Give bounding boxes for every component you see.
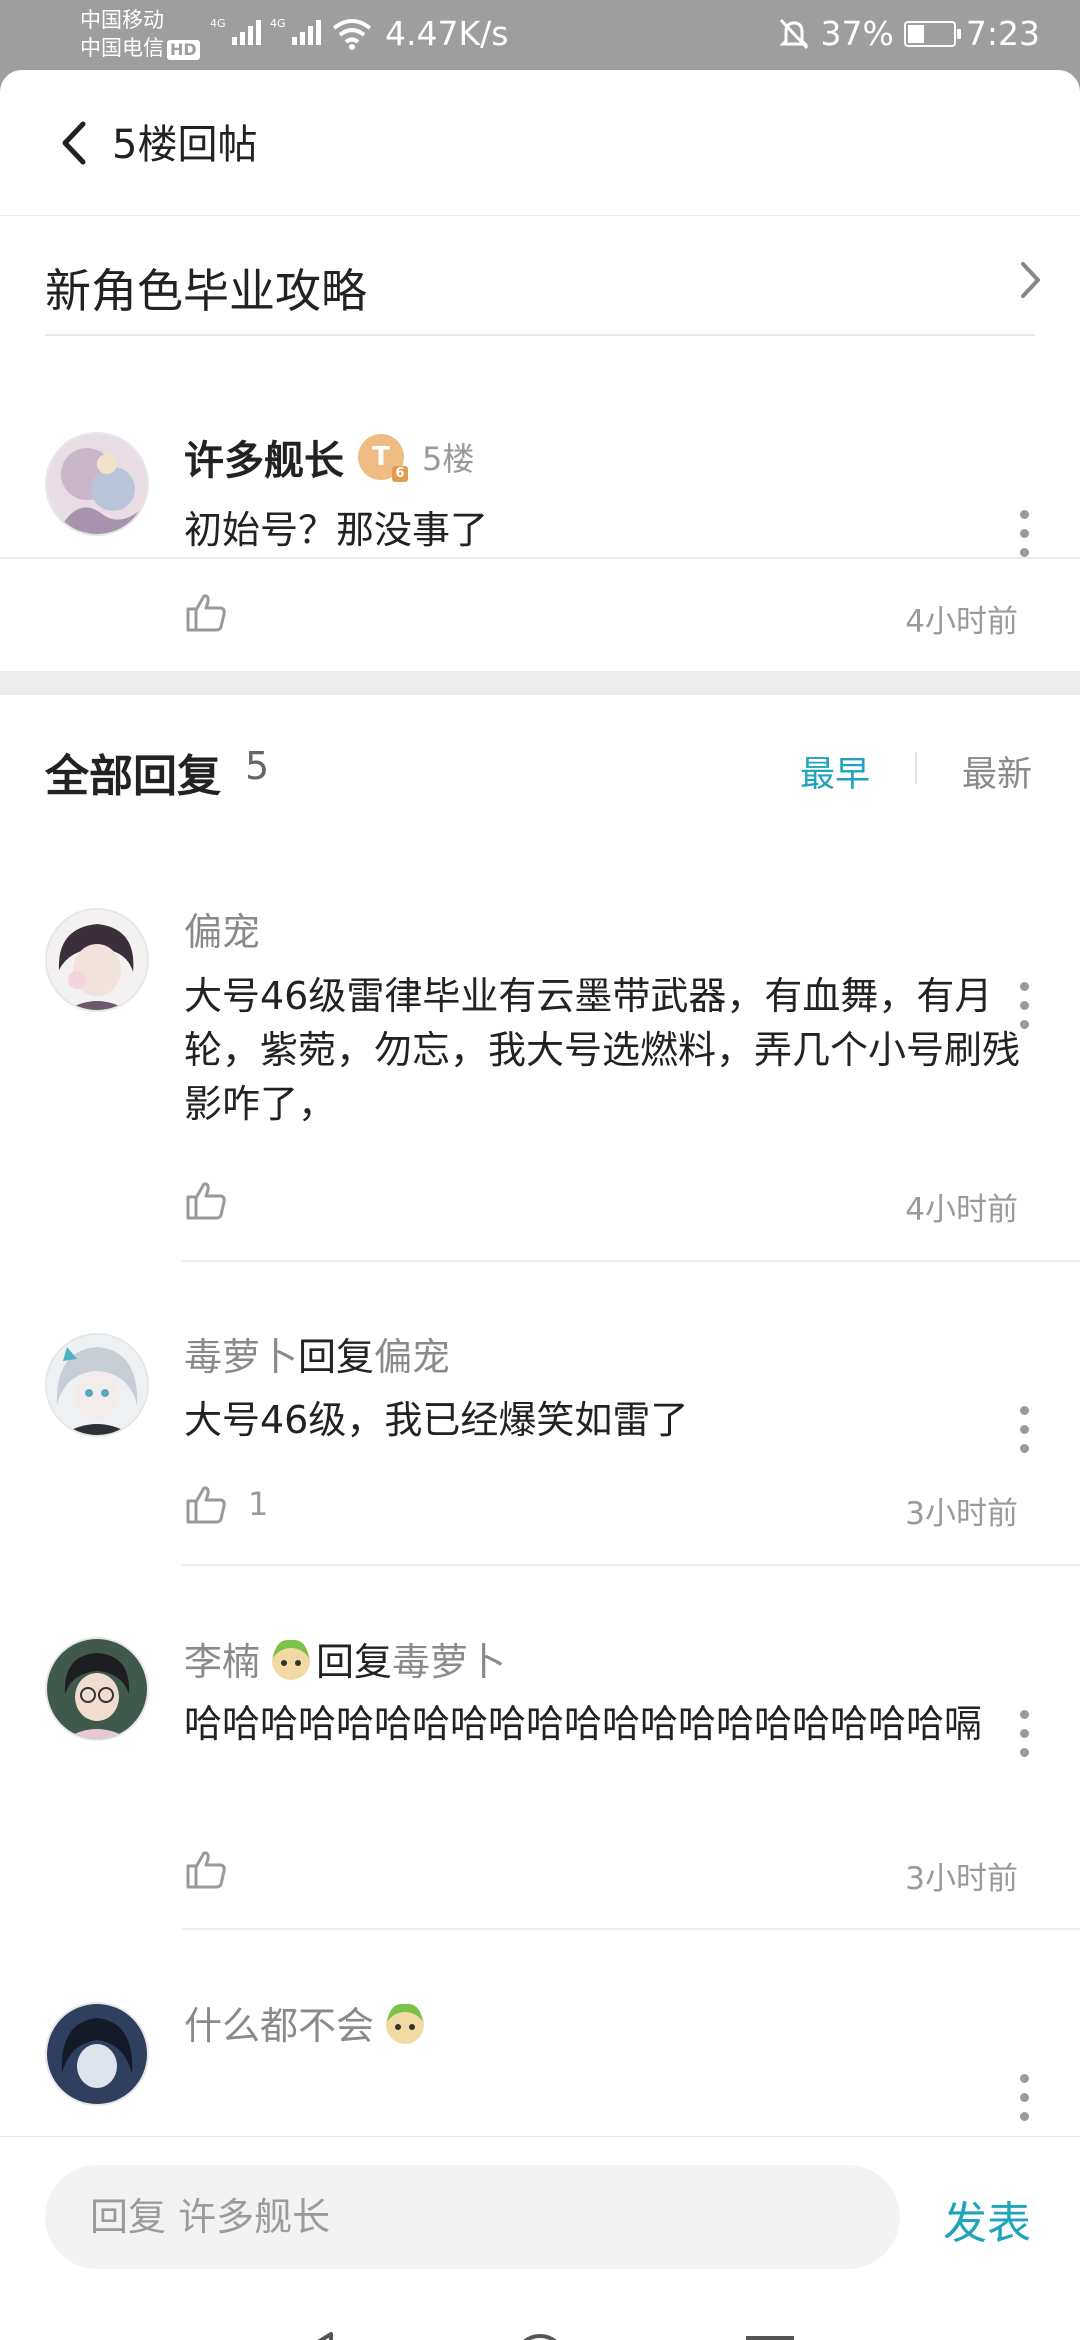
reply-sheet: 5楼回帖 新角色毕业攻略 许多舰长 T6 5楼 初始号？那没事了 4小时前 全部…: [0, 70, 1080, 2340]
avatar[interactable]: [45, 1637, 149, 1741]
reply-to-name[interactable]: 偏宠: [374, 1335, 450, 1379]
avatar[interactable]: [45, 2002, 149, 2106]
reply-meta: 偏宠: [184, 901, 260, 956]
reply-word: 回复: [316, 1640, 393, 1684]
floor-tag: 5楼: [422, 440, 475, 478]
reply-meta: 什么都不会: [184, 1995, 430, 2050]
author-name[interactable]: 偏宠: [184, 910, 260, 954]
nav-home-icon[interactable]: [512, 2332, 568, 2340]
battery-percent: 37%: [820, 14, 894, 53]
thumbs-up-icon: [186, 1851, 226, 1889]
divider: [0, 557, 1080, 559]
reply-content: 大号46级，我已经爆笑如雷了: [184, 1398, 689, 1442]
divider: [182, 1564, 1080, 1566]
nav-back-icon[interactable]: [283, 2330, 339, 2340]
post-time: 4小时前: [905, 604, 1018, 640]
sort-newest[interactable]: 最新: [962, 746, 1032, 797]
divider: [182, 1928, 1080, 1930]
author-name[interactable]: 许多舰长: [184, 428, 344, 486]
clock: 7:23: [965, 14, 1040, 53]
carrier-2: 中国电信: [80, 36, 164, 60]
author-name[interactable]: 什么都不会: [184, 1995, 374, 2050]
thumbs-up-icon: [186, 594, 226, 632]
like-button[interactable]: [184, 590, 228, 634]
author-name[interactable]: 毒萝卜: [184, 1335, 298, 1379]
divider: [182, 1260, 1080, 1262]
back-icon[interactable]: [55, 118, 95, 168]
reply-content: 哈哈哈哈哈哈哈哈哈哈哈哈哈哈哈哈哈哈哈哈嗝: [184, 1702, 983, 1746]
hd-badge: HD: [167, 40, 200, 60]
status-bar: 中国移动 中国电信 HD 4G 4G 4.47K/s 37% 7:23: [0, 0, 1080, 70]
level-badge: T6: [358, 434, 408, 482]
avatar[interactable]: [45, 908, 149, 1012]
badge-level: 6: [392, 466, 408, 482]
like-button[interactable]: [184, 1847, 248, 1891]
reply-time: 4小时前: [905, 1192, 1018, 1228]
post-content: 初始号？那没事了: [184, 508, 489, 552]
signal-1-icon: 4G: [210, 17, 261, 45]
reply-meta: 李楠 回复 毒萝卜: [184, 1631, 506, 1686]
like-button[interactable]: 1: [184, 1482, 268, 1526]
reply-input[interactable]: [45, 2165, 900, 2269]
thumbs-up-icon: [186, 1182, 226, 1220]
post-meta: 许多舰长 T6 5楼: [184, 428, 474, 486]
reply-time: 3小时前: [905, 1861, 1018, 1897]
carrier-info: 中国移动 中国电信 HD: [80, 6, 200, 62]
reply-time: 3小时前: [905, 1496, 1018, 1532]
thumbs-up-icon: [186, 1486, 226, 1524]
badge-letter: T: [372, 442, 390, 472]
nav-recents-icon[interactable]: [744, 2334, 796, 2340]
section-title: 全部回复: [45, 751, 221, 802]
fan-badge-icon: [272, 1639, 311, 1680]
avatar[interactable]: [45, 432, 149, 536]
sort-earliest[interactable]: 最早: [800, 746, 870, 797]
section-separator: [0, 671, 1080, 695]
status-right: 37% 7:23: [777, 14, 1040, 53]
sort-divider: [915, 752, 917, 784]
header: 5楼回帖: [0, 70, 1080, 216]
page-title: 5楼回帖: [112, 122, 258, 168]
reply-content: 大号46级雷律毕业有云墨带武器，有血舞，有月轮，紫菀，勿忘，我大号选燃料，弄几个…: [184, 974, 1021, 1126]
reply-input-bar: 发表: [0, 2136, 1080, 2295]
more-options-icon[interactable]: [1020, 2074, 1030, 2131]
net-tag-1: 4G: [210, 17, 226, 30]
avatar-image: [47, 1639, 147, 1739]
chevron-right-icon: [1021, 262, 1040, 298]
carrier-1: 中国移动: [80, 8, 164, 32]
like-button[interactable]: [184, 1178, 248, 1222]
net-speed: 4.47K/s: [385, 14, 509, 53]
topic-title: 新角色毕业攻略: [45, 264, 367, 318]
avatar-image: [47, 910, 147, 1010]
fan-badge-icon: [386, 2003, 425, 2044]
reply-to-name[interactable]: 毒萝卜: [392, 1631, 506, 1686]
system-nav-bar: [0, 2294, 1080, 2340]
author-name[interactable]: 李楠: [184, 1631, 260, 1686]
reply-meta: 毒萝卜回复偏宠: [184, 1326, 450, 1381]
mute-bell-icon: [778, 18, 809, 49]
wifi-icon: [332, 19, 372, 50]
battery-icon: [903, 20, 961, 47]
topic-link[interactable]: 新角色毕业攻略: [0, 215, 1080, 335]
avatar-image: [47, 2004, 147, 2104]
reply-count: 5: [245, 744, 270, 788]
submit-button[interactable]: 发表: [943, 2187, 1031, 2251]
net-tag-2: 4G: [270, 17, 286, 30]
avatar-image: [47, 1335, 147, 1435]
avatar[interactable]: [45, 1333, 149, 1437]
avatar-image: [47, 434, 147, 534]
divider: [45, 334, 1035, 336]
like-count: 1: [248, 1485, 269, 1523]
signal-2-icon: 4G: [270, 17, 321, 45]
reply-word: 回复: [298, 1335, 375, 1379]
